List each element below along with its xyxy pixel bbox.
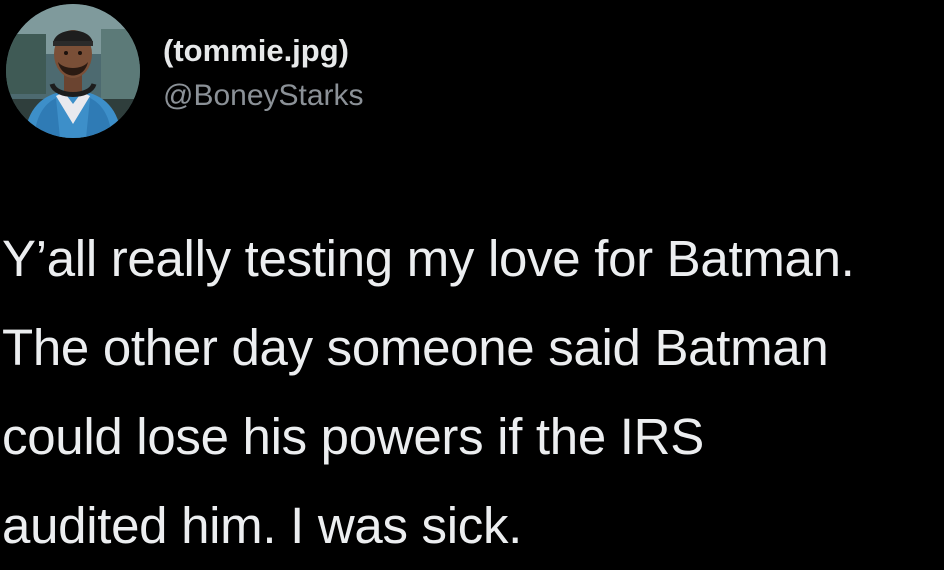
tweet-body-line: The other day someone said Batman: [2, 319, 829, 376]
avatar[interactable]: [6, 4, 140, 138]
profile-photo-icon: [6, 4, 140, 138]
tweet-body-line: Y’all really testing my love for Batman.: [2, 230, 855, 287]
tweet-body: Y’all really testing my love for Batman.…: [2, 214, 942, 570]
tweet-body-line: could lose his powers if the IRS: [2, 408, 704, 465]
author-display-name[interactable]: (tommie.jpg): [163, 33, 349, 69]
tweet-card: (tommie.jpg) @BoneyStarks Y’all really t…: [0, 0, 944, 554]
author-handle[interactable]: @BoneyStarks: [163, 79, 364, 114]
tweet-body-line: audited him. I was sick.: [2, 497, 523, 554]
